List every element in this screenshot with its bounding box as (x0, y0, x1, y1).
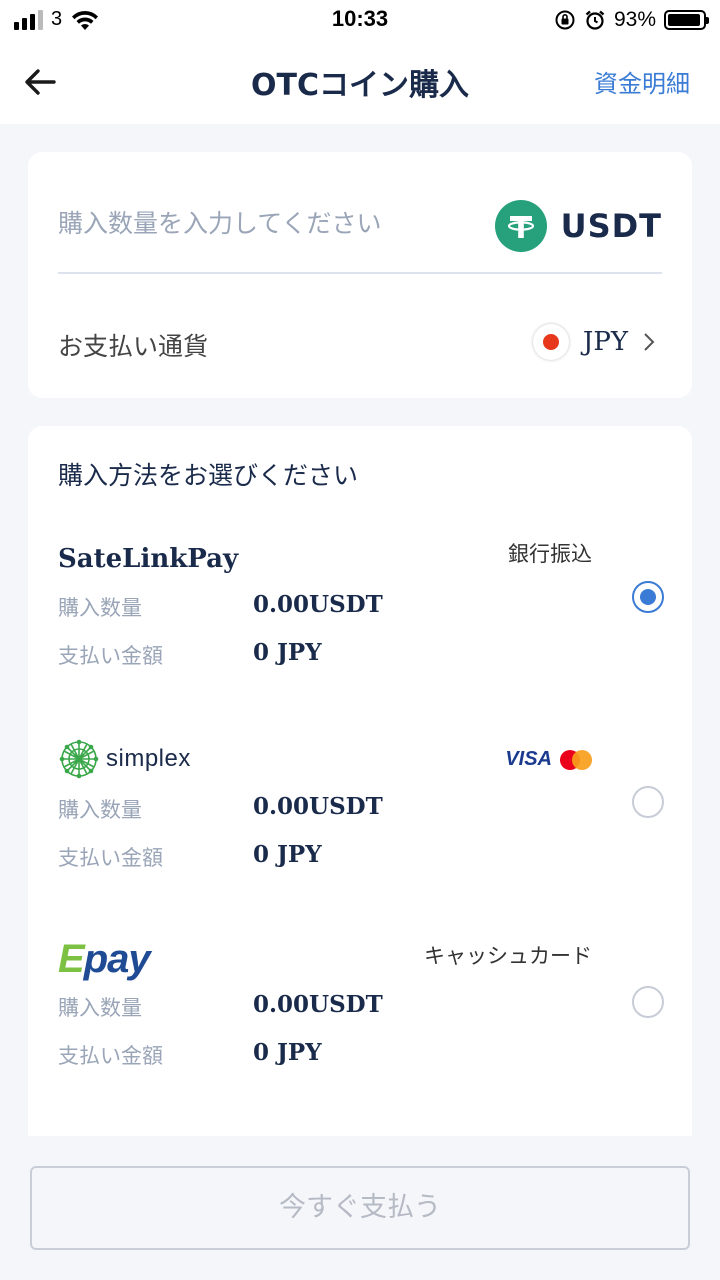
payment-methods-card: 購入方法をお選びください SateLinkPay 銀行振込 購入数量 0.00U… (28, 426, 692, 1166)
mastercard-logo-icon (560, 749, 592, 770)
epay-logo: Epay (58, 934, 151, 984)
battery-icon (664, 10, 709, 30)
simplex-icon (59, 739, 99, 779)
currency-code: JPY (582, 327, 628, 357)
japan-flag-icon (532, 324, 569, 360)
orientation-lock-icon (555, 10, 575, 30)
qty-label: 購入数量 (58, 798, 142, 822)
amount-value: 0 JPY (253, 1039, 322, 1066)
method-tag: キャッシュカード (424, 944, 592, 968)
status-right: 93% (554, 8, 709, 32)
status-bar: 3 10:33 93% (0, 0, 720, 40)
simplex-logo: simplex (58, 734, 191, 784)
visa-logo-icon: VISA (505, 748, 552, 770)
amount-label: 支払い金額 (58, 846, 163, 870)
provider-name-rest: pay (83, 936, 151, 981)
provider-name: SateLinkPay (58, 544, 239, 574)
provider-name-e: E (58, 936, 85, 981)
provider-name: simplex (106, 745, 191, 772)
battery-fill (668, 14, 700, 26)
amount-value: 0 JPY (253, 639, 322, 666)
method-epay[interactable]: Epay キャッシュカード 購入数量 0.00USDT 支払い金額 0 JPY (28, 934, 692, 1114)
divider (58, 272, 662, 274)
chevron-right-icon (644, 333, 655, 351)
amount-value: 0 JPY (253, 841, 322, 868)
tether-icon (494, 200, 547, 252)
amount-label: 支払い金額 (58, 644, 163, 668)
method-simplex[interactable]: simplex VISA 購入数量 0.00USDT 支払い金額 0 JPY (28, 736, 692, 916)
qty-value: 0.00USDT (253, 991, 383, 1018)
qty-value: 0.00USDT (253, 793, 383, 820)
payment-currency-label: お支払い通貨 (58, 332, 209, 361)
amount-card: USDT お支払い通貨 JPY (28, 152, 692, 398)
radio-simplex[interactable] (632, 786, 664, 818)
purchase-amount-input[interactable] (58, 198, 478, 248)
back-arrow-icon[interactable] (20, 62, 60, 102)
method-satelinkpay[interactable]: SateLinkPay 銀行振込 購入数量 0.00USDT 支払い金額 0 J… (28, 534, 692, 714)
satelinkpay-logo: SateLinkPay (58, 534, 238, 584)
bottom-bar: 今すぐ支払う (0, 1136, 720, 1280)
pay-now-button[interactable]: 今すぐ支払う (30, 1166, 690, 1250)
method-tag: 銀行振込 (508, 542, 592, 566)
coin-name: USDT (560, 207, 662, 245)
radio-satelinkpay[interactable] (632, 581, 664, 613)
fund-details-link[interactable]: 資金明細 (594, 64, 690, 99)
radio-epay[interactable] (632, 986, 664, 1018)
qty-value: 0.00USDT (253, 591, 383, 618)
coin-selector: USDT (494, 200, 662, 252)
qty-label: 購入数量 (58, 996, 142, 1020)
qty-label: 購入数量 (58, 596, 142, 620)
battery-percent: 93% (613, 8, 656, 31)
alarm-icon (585, 10, 605, 30)
methods-title: 購入方法をお選びください (58, 461, 359, 490)
payment-currency-selector[interactable]: JPY (532, 324, 656, 360)
amount-label: 支払い金額 (58, 1044, 163, 1068)
card-brands: VISA (505, 748, 592, 771)
app-header: OTCコイン購入 資金明細 (0, 40, 720, 124)
